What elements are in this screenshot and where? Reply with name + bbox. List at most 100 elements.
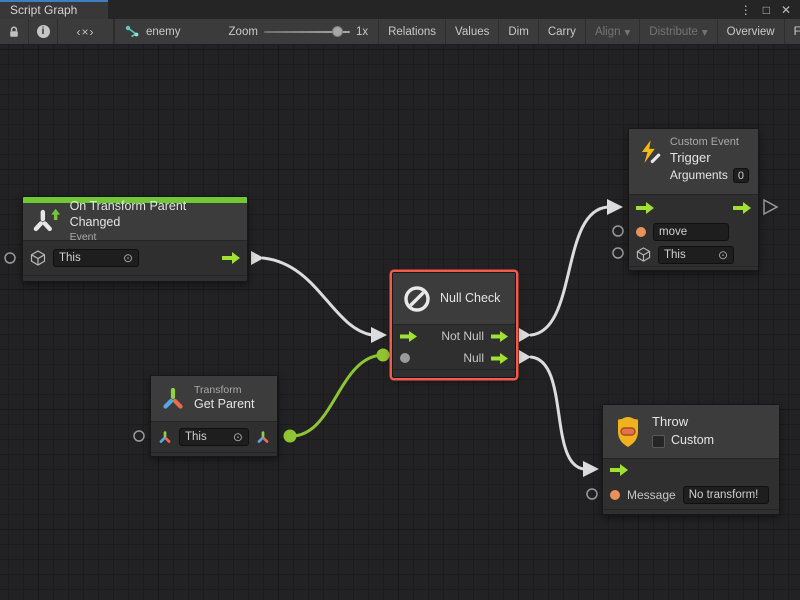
window-controls: ⋮ □ ✕ xyxy=(731,0,800,19)
code-icon: ‹×› xyxy=(77,25,95,39)
target-picker-icon[interactable]: ⊙ xyxy=(233,430,243,444)
custom-checkbox[interactable] xyxy=(652,435,665,448)
flow-output-port[interactable] xyxy=(222,252,240,264)
zoom-control: Zoom 1x xyxy=(219,19,379,44)
node-footer xyxy=(151,452,277,456)
value-input-port[interactable] xyxy=(610,490,620,500)
tab-bar-spacer xyxy=(108,0,731,19)
node-row-flow xyxy=(603,459,779,481)
this-field[interactable]: This ⊙ xyxy=(658,246,734,264)
node-title: Throw xyxy=(652,414,714,430)
close-icon[interactable]: ✕ xyxy=(781,4,791,16)
align-button[interactable]: Align ▾ xyxy=(586,19,640,44)
overview-button[interactable]: Overview xyxy=(718,19,785,44)
graph-name: enemy xyxy=(146,26,181,38)
message-label: Message xyxy=(627,488,676,502)
value-input-port[interactable] xyxy=(400,353,410,363)
values-button[interactable]: Values xyxy=(446,19,499,44)
node-footer xyxy=(23,275,247,281)
zoom-slider[interactable] xyxy=(264,31,350,33)
arguments-field[interactable]: 0 xyxy=(733,168,749,183)
graph-icon xyxy=(125,25,140,38)
flow-input-port[interactable] xyxy=(400,331,417,342)
node-header: On Transform Parent Changed Event xyxy=(23,203,247,241)
transform-type-icon xyxy=(158,430,172,445)
fullscreen-button[interactable]: Full Screen xyxy=(785,19,800,44)
node-get-parent[interactable]: Transform Get Parent This ⊙ xyxy=(150,375,278,457)
node-title: On Transform Parent Changed xyxy=(70,199,238,230)
node-row-null: Null xyxy=(393,347,515,369)
cube-icon xyxy=(30,250,46,266)
flow-output-port[interactable] xyxy=(491,353,508,364)
flow-output-port[interactable] xyxy=(491,331,508,342)
value-port-dot[interactable] xyxy=(284,430,297,443)
node-row-message: Message No transform! xyxy=(603,481,779,509)
node-row-event-name: move xyxy=(629,221,758,243)
lock-icon xyxy=(7,25,21,39)
cube-icon xyxy=(636,247,651,262)
transform-icon xyxy=(160,386,186,412)
flow-output-port[interactable] xyxy=(733,202,751,214)
node-footer xyxy=(603,509,779,514)
tab-script-graph[interactable]: Script Graph xyxy=(0,0,108,19)
node-row-flow xyxy=(629,195,758,221)
port-label: Null xyxy=(463,351,484,365)
node-surtitle: Transform xyxy=(194,384,254,397)
node-title: Null Check xyxy=(440,291,500,307)
chevron-down-icon: ▾ xyxy=(702,25,708,39)
node-row-target: This ⊙ xyxy=(23,241,247,275)
node-row-this: This ⊙ xyxy=(151,422,277,452)
port-label: Not Null xyxy=(441,329,484,343)
script-graph-window: Script Graph ⋮ □ ✕ i ‹×› xyxy=(0,0,800,600)
chevron-down-icon: ▾ xyxy=(625,25,631,39)
more-menu-icon[interactable]: ⋮ xyxy=(740,4,752,16)
checkbox-label: Custom xyxy=(671,433,714,449)
inspect-button[interactable]: i xyxy=(29,19,58,44)
info-icon: i xyxy=(37,25,50,38)
carry-button[interactable]: Carry xyxy=(539,19,586,44)
node-row-not-null: Not Null xyxy=(393,325,515,347)
zoom-slider-handle[interactable] xyxy=(332,26,343,37)
code-preview-button[interactable]: ‹×› xyxy=(58,19,114,44)
lock-button[interactable] xyxy=(0,19,29,44)
flow-input-port[interactable] xyxy=(610,464,628,476)
node-null-check[interactable]: Null Check Not Null Null xyxy=(392,272,516,378)
node-on-transform-parent-changed[interactable]: On Transform Parent Changed Event This ⊙ xyxy=(22,196,248,282)
null-check-icon xyxy=(402,284,432,314)
node-footer xyxy=(393,369,515,377)
tab-bar: Script Graph ⋮ □ ✕ xyxy=(0,0,800,19)
zoom-label: Zoom xyxy=(229,26,258,38)
relations-button[interactable]: Relations xyxy=(378,19,446,44)
transform-event-icon xyxy=(32,208,62,236)
node-custom-event-trigger[interactable]: Custom Event Trigger Arguments 0 move xyxy=(628,128,759,271)
throw-error-icon xyxy=(612,415,644,449)
target-picker-icon[interactable]: ⊙ xyxy=(718,248,728,262)
node-footer xyxy=(629,266,758,270)
node-row-this: This ⊙ xyxy=(629,243,758,266)
graph-toolbar: i ‹×› enemy Zoom 1x Relations Values Dim… xyxy=(0,19,800,45)
maximize-icon[interactable]: □ xyxy=(763,4,770,16)
value-port-dot[interactable] xyxy=(377,349,390,362)
node-header: Custom Event Trigger Arguments 0 xyxy=(629,129,758,195)
value-input-port[interactable] xyxy=(636,227,646,237)
node-header: Null Check xyxy=(393,273,515,325)
custom-event-icon xyxy=(638,136,662,168)
node-throw[interactable]: Throw Custom Message No transform! xyxy=(602,404,780,515)
flow-input-port[interactable] xyxy=(636,202,654,214)
node-header: Transform Get Parent xyxy=(151,376,277,422)
message-field[interactable]: No transform! xyxy=(683,486,769,504)
dim-button[interactable]: Dim xyxy=(499,19,538,44)
node-title: Trigger xyxy=(670,150,749,166)
event-name-field[interactable]: move xyxy=(653,223,729,241)
zoom-value: 1x xyxy=(356,26,368,38)
graph-label: enemy xyxy=(115,19,191,44)
node-title: Get Parent xyxy=(194,397,254,413)
target-picker-icon[interactable]: ⊙ xyxy=(123,251,133,265)
this-field[interactable]: This ⊙ xyxy=(53,249,139,267)
tab-title: Script Graph xyxy=(10,3,77,17)
node-header: Throw Custom xyxy=(603,405,779,459)
transform-output-port[interactable] xyxy=(256,430,270,445)
this-field[interactable]: This ⊙ xyxy=(179,428,249,446)
distribute-button[interactable]: Distribute ▾ xyxy=(640,19,717,44)
node-surtitle: Custom Event xyxy=(670,136,749,150)
